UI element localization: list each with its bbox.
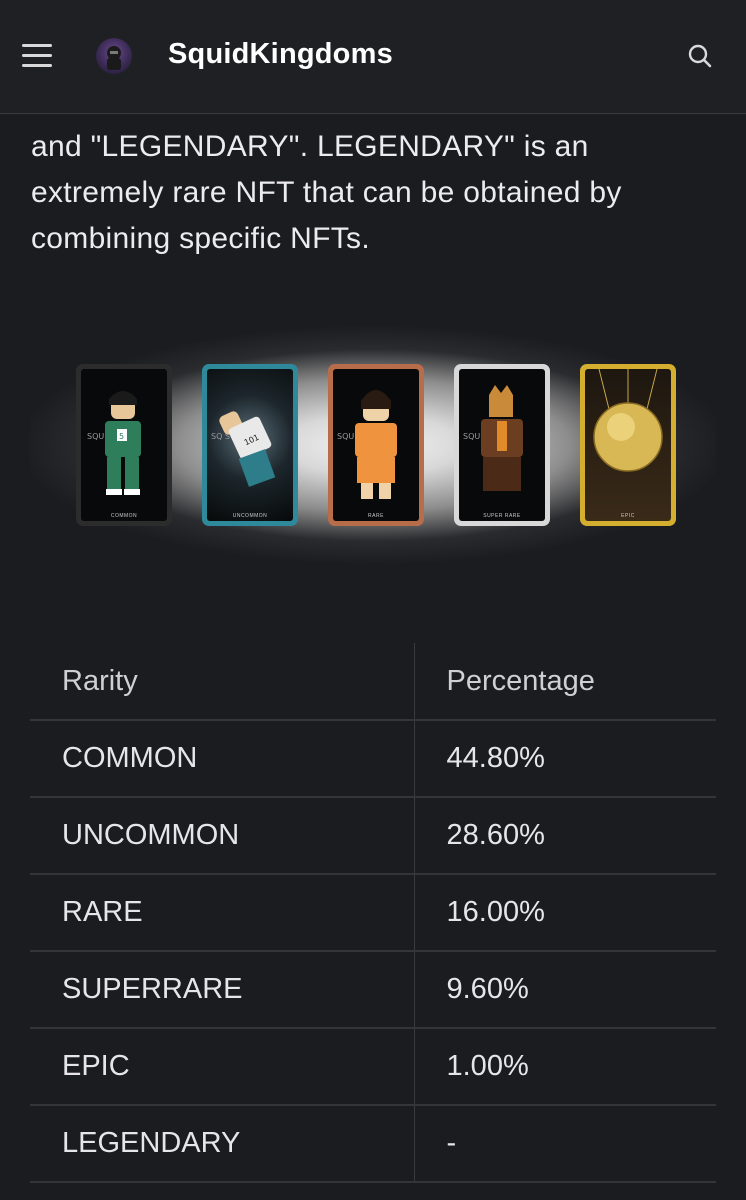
super-rare-figure-image: SQUI OM.S	[463, 385, 523, 491]
card-caption: SUPER RARE	[483, 513, 521, 519]
rarity-cell: COMMON	[30, 720, 415, 798]
rarity-cell: SUPERRARE	[30, 951, 415, 1029]
table-row: COMMON 44.80%	[30, 720, 716, 798]
header-rarity: Rarity	[30, 643, 415, 721]
card-caption: UNCOMMON	[232, 513, 268, 519]
table-row: RARE 16.00%	[30, 874, 716, 952]
intro-line: and "LEGENDARY". LEGENDARY" is an	[31, 130, 589, 163]
card-caption: COMMON	[110, 513, 138, 519]
rarity-cards-showcase: SQUID OM.S 5 COMMON SQ S 101	[30, 320, 716, 570]
rarity-cell: RARE	[30, 874, 415, 952]
site-title[interactable]: SquidKingdoms	[168, 38, 393, 71]
intro-line: combining specific NFTs.	[31, 222, 370, 255]
card-caption: EPIC	[621, 513, 635, 519]
nft-card-super-rare: SQUI OM.S SUPER RARE	[454, 364, 550, 526]
rarity-cell: EPIC	[30, 1028, 415, 1106]
intro-line: extremely rare NFT that can be obtained …	[31, 176, 622, 209]
percentage-cell: 16.00%	[414, 874, 716, 952]
percentage-cell: 28.60%	[414, 797, 716, 875]
rarity-cell: LEGENDARY	[30, 1105, 415, 1183]
search-icon[interactable]	[684, 40, 716, 72]
uncommon-figure-image: SQ S 101	[211, 411, 276, 487]
card-caption: RARE	[368, 513, 384, 519]
rarity-table: Rarity Percentage COMMON 44.80% UNCOMMON…	[30, 643, 716, 1183]
rarity-cell: UNCOMMON	[30, 797, 415, 875]
nft-card-rare: SQU OM.S RARE	[328, 364, 424, 526]
common-figure-image: SQUID OM.S 5	[87, 391, 141, 495]
table-row: EPIC 1.00%	[30, 1028, 716, 1106]
rare-figure-image: SQU OM.S	[337, 390, 397, 499]
nft-card-common: SQUID OM.S 5 COMMON	[76, 364, 172, 526]
header-percentage: Percentage	[414, 643, 716, 721]
site-logo[interactable]	[96, 38, 132, 74]
percentage-cell: -	[414, 1105, 716, 1183]
card-number-5: 5	[119, 432, 124, 441]
hamburger-menu-icon[interactable]	[22, 42, 54, 70]
nft-card-uncommon: SQ S 101 UNCOMMON	[202, 364, 298, 526]
percentage-cell: 1.00%	[414, 1028, 716, 1106]
nft-card-epic: EPIC	[580, 364, 676, 526]
table-row: UNCOMMON 28.60%	[30, 797, 716, 875]
intro-paragraph: and "LEGENDARY". LEGENDARY" is an extrem…	[31, 124, 721, 262]
table-row: SUPERRARE 9.60%	[30, 951, 716, 1029]
percentage-cell: 9.60%	[414, 951, 716, 1029]
table-header-row: Rarity Percentage	[30, 643, 716, 721]
percentage-cell: 44.80%	[414, 720, 716, 798]
top-app-bar: SquidKingdoms	[0, 0, 746, 114]
table-row: LEGENDARY -	[30, 1105, 716, 1183]
epic-piggy-bank-image	[593, 369, 663, 472]
